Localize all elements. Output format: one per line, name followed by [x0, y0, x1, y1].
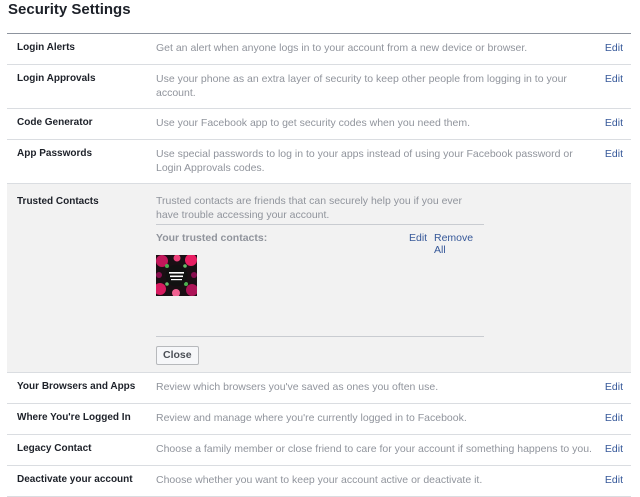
row-description: Use special passwords to log in to your …: [156, 148, 573, 174]
trusted-contacts-header: Your trusted contacts: Edit Remove All: [156, 225, 484, 256]
edit-link[interactable]: Edit: [605, 148, 623, 160]
security-settings-list: Login Alerts Get an alert when anyone lo…: [7, 33, 631, 497]
edit-link[interactable]: Edit: [605, 42, 623, 54]
settings-row-where-logged-in[interactable]: Where You're Logged In Review and manage…: [7, 404, 631, 435]
trusted-contacts-edit-link[interactable]: Edit: [409, 232, 427, 244]
settings-row-deactivate-account[interactable]: Deactivate your account Choose whether y…: [7, 466, 631, 497]
settings-row-code-generator[interactable]: Code Generator Use your Facebook app to …: [7, 109, 631, 140]
remove-all-link[interactable]: Remove All: [434, 232, 484, 256]
trusted-contacts-panel: Your trusted contacts: Edit Remove All: [156, 224, 484, 296]
trusted-contacts-divider: [156, 336, 484, 337]
settings-row-app-passwords[interactable]: App Passwords Use special passwords to l…: [7, 140, 631, 184]
edit-link[interactable]: Edit: [605, 474, 623, 486]
trusted-contact-avatar[interactable]: [156, 255, 197, 296]
row-label: Where You're Logged In: [17, 412, 131, 423]
row-label: App Passwords: [17, 148, 93, 159]
close-button[interactable]: Close: [156, 346, 199, 365]
row-description: Get an alert when anyone logs in to your…: [156, 42, 528, 54]
settings-row-legacy-contact[interactable]: Legacy Contact Choose a family member or…: [7, 435, 631, 466]
row-description: Use your phone as an extra layer of secu…: [156, 73, 567, 99]
edit-link[interactable]: Edit: [605, 117, 623, 129]
row-label: Deactivate your account: [17, 474, 133, 485]
row-description: Trusted contacts are friends that can se…: [156, 195, 463, 221]
settings-row-login-alerts[interactable]: Login Alerts Get an alert when anyone lo…: [7, 34, 631, 65]
row-label: Trusted Contacts: [17, 196, 99, 207]
edit-link[interactable]: Edit: [605, 73, 623, 85]
row-label: Legacy Contact: [17, 443, 92, 454]
floral-book-cover-icon: [156, 255, 197, 296]
page-title: Security Settings: [8, 1, 131, 18]
edit-link[interactable]: Edit: [605, 381, 623, 393]
row-label: Your Browsers and Apps: [17, 381, 136, 392]
row-label: Code Generator: [17, 117, 93, 128]
settings-row-trusted-contacts: Trusted Contacts Trusted contacts are fr…: [7, 184, 631, 373]
settings-row-browsers-and-apps[interactable]: Your Browsers and Apps Review which brow…: [7, 373, 631, 404]
row-description: Review which browsers you've saved as on…: [156, 381, 439, 393]
row-description: Use your Facebook app to get security co…: [156, 117, 471, 129]
edit-link[interactable]: Edit: [605, 412, 623, 424]
edit-link[interactable]: Edit: [605, 443, 623, 455]
row-label: Login Alerts: [17, 42, 75, 53]
settings-row-login-approvals[interactable]: Login Approvals Use your phone as an ext…: [7, 65, 631, 109]
trusted-contacts-list-label: Your trusted contacts:: [156, 232, 268, 244]
row-description: Choose a family member or close friend t…: [156, 443, 592, 455]
row-description: Choose whether you want to keep your acc…: [156, 474, 483, 486]
row-description: Review and manage where you're currently…: [156, 412, 467, 424]
row-label: Login Approvals: [17, 73, 96, 84]
